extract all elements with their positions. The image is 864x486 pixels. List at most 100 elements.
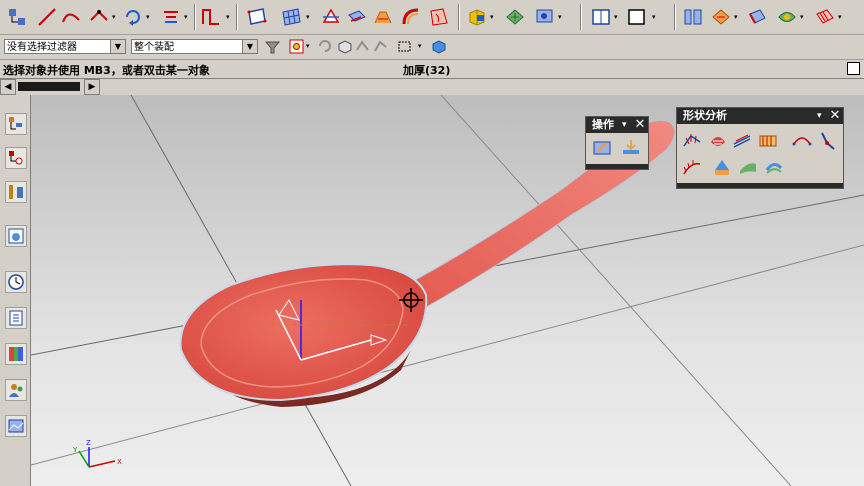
point-dropdown[interactable]: ▾ bbox=[112, 14, 118, 21]
sketch-icon[interactable] bbox=[6, 6, 28, 28]
constraint-navigator-icon[interactable] bbox=[5, 181, 27, 203]
edit-parameters-icon[interactable] bbox=[592, 137, 614, 159]
rotate-icon[interactable] bbox=[122, 6, 144, 28]
section-analysis-icon[interactable] bbox=[731, 130, 753, 152]
render-dropdown[interactable]: ▾ bbox=[734, 14, 740, 21]
radius-icon[interactable] bbox=[817, 130, 839, 152]
triad-z-label: Z bbox=[86, 439, 91, 447]
section-icon[interactable] bbox=[504, 6, 526, 28]
toolbar-separator bbox=[236, 4, 238, 30]
curve-tools-icon[interactable] bbox=[200, 6, 222, 28]
arc-icon[interactable] bbox=[60, 6, 82, 28]
selection-toolbar: 没有选择过滤器 ▼ 整个装配 ▼ ▾ ▾ bbox=[0, 35, 864, 60]
face-curvature-icon[interactable] bbox=[681, 130, 703, 152]
resource-bar bbox=[0, 95, 31, 486]
surface-icon[interactable] bbox=[246, 6, 268, 28]
hue-icon[interactable] bbox=[763, 156, 785, 178]
toolbar-separator bbox=[458, 4, 460, 30]
close-icon[interactable]: ✕ bbox=[827, 108, 843, 124]
shade-dropdown[interactable]: ▾ bbox=[652, 14, 658, 21]
slope-icon[interactable] bbox=[737, 156, 759, 178]
layer-dropdown[interactable]: ▾ bbox=[614, 14, 620, 21]
texture-icon[interactable] bbox=[776, 6, 798, 28]
template-icon[interactable] bbox=[5, 415, 27, 437]
reuse-library-icon[interactable] bbox=[5, 225, 27, 247]
scope-value: 整个装配 bbox=[134, 42, 174, 53]
texture-dropdown[interactable]: ▾ bbox=[800, 14, 806, 21]
view-dropdown[interactable]: ▾ bbox=[490, 14, 496, 21]
history-icon[interactable] bbox=[5, 271, 27, 293]
toolbar-separator bbox=[194, 4, 196, 30]
shape-analysis-palette: 形状分析 ▾ ✕ bbox=[676, 107, 844, 189]
scroll-left-icon[interactable]: ◀ bbox=[0, 79, 16, 95]
palette-footer bbox=[586, 164, 648, 169]
select-all-icon[interactable] bbox=[430, 38, 447, 55]
bridge-icon[interactable] bbox=[372, 6, 394, 28]
thicken-icon[interactable] bbox=[400, 6, 422, 28]
status-window-button[interactable] bbox=[847, 62, 860, 75]
operation-palette: 操作 ▾ ✕ bbox=[585, 116, 649, 170]
grid-dropdown[interactable]: ▾ bbox=[838, 14, 844, 21]
type-filter-value: 没有选择过滤器 bbox=[7, 42, 77, 53]
select-face-icon[interactable] bbox=[354, 38, 371, 55]
mesh-dropdown[interactable]: ▾ bbox=[306, 14, 312, 21]
assembly-navigator-icon[interactable] bbox=[5, 147, 27, 169]
layer-icon[interactable] bbox=[590, 6, 612, 28]
toolbar-separator bbox=[674, 4, 676, 30]
roles-icon[interactable] bbox=[5, 379, 27, 401]
undo-icon[interactable] bbox=[316, 38, 333, 55]
graphics-window[interactable]: X Y Z 操作 ▾ ✕ 形状分析 ▾ ✕ bbox=[31, 95, 864, 486]
shade-icon[interactable] bbox=[626, 6, 648, 28]
offset-icon[interactable] bbox=[160, 6, 182, 28]
select-body-icon[interactable] bbox=[336, 38, 353, 55]
view-icon[interactable] bbox=[466, 6, 488, 28]
display-dropdown[interactable]: ▾ bbox=[558, 14, 564, 21]
view-triad bbox=[78, 447, 116, 468]
render-icon[interactable] bbox=[710, 6, 732, 28]
triad-y-label: Y bbox=[72, 446, 78, 454]
palette-menu-icon[interactable]: ▾ bbox=[622, 117, 627, 133]
snap-dropdown[interactable]: ▾ bbox=[306, 43, 312, 50]
main-toolbar: ▾ ▾ ▾ ▾ ▾ ▾ ▾ ▾ ▾ ▾ ▾ ▾ bbox=[0, 0, 864, 35]
gap-analysis-icon[interactable] bbox=[757, 130, 779, 152]
type-filter-select[interactable]: 没有选择过滤器 ▼ bbox=[4, 39, 126, 54]
material-icon[interactable] bbox=[746, 6, 768, 28]
reflection-icon[interactable] bbox=[707, 130, 729, 152]
close-icon[interactable]: ✕ bbox=[632, 117, 648, 133]
offset-dropdown[interactable]: ▾ bbox=[184, 14, 190, 21]
line-icon[interactable] bbox=[36, 6, 58, 28]
extract-icon[interactable] bbox=[346, 6, 368, 28]
mesh-surface-icon[interactable] bbox=[280, 6, 302, 28]
snap-point-icon[interactable] bbox=[288, 38, 305, 55]
update-icon[interactable] bbox=[620, 137, 642, 159]
status-bar: 选择对象并使用 MB3，或者双击某一对象 加厚(32) bbox=[0, 60, 864, 79]
trim-icon[interactable] bbox=[320, 6, 342, 28]
curve-dropdown[interactable]: ▾ bbox=[226, 14, 232, 21]
draft-analysis-icon[interactable] bbox=[711, 156, 733, 178]
rotate-dropdown[interactable]: ▾ bbox=[146, 14, 152, 21]
curve-analysis-icon[interactable] bbox=[791, 130, 813, 152]
rectangle-select-icon[interactable] bbox=[396, 38, 413, 55]
face-icon[interactable] bbox=[428, 6, 450, 28]
point-icon[interactable] bbox=[88, 6, 110, 28]
palette-menu-icon[interactable]: ▾ bbox=[817, 108, 822, 124]
comb-icon[interactable] bbox=[681, 156, 703, 178]
part-navigator-icon[interactable] bbox=[5, 113, 27, 135]
triad-x-label: X bbox=[117, 458, 122, 466]
system-materials-icon[interactable] bbox=[5, 307, 27, 329]
scroll-right-icon[interactable]: ▶ bbox=[84, 79, 100, 95]
analysis-icon[interactable] bbox=[682, 6, 704, 28]
display-icon[interactable] bbox=[534, 6, 556, 28]
scope-select[interactable]: 整个装配 ▼ bbox=[131, 39, 258, 54]
filter-settings-icon[interactable] bbox=[264, 38, 281, 55]
spoon-bowl[interactable] bbox=[179, 263, 428, 402]
chevron-down-icon[interactable]: ▼ bbox=[110, 40, 125, 53]
scroll-thumb[interactable] bbox=[18, 82, 80, 91]
resource-bar-scroller[interactable]: ◀ ▶ bbox=[0, 79, 100, 95]
select-edge-icon[interactable] bbox=[372, 38, 389, 55]
colors-icon[interactable] bbox=[5, 343, 27, 365]
operation-status: 加厚(32) bbox=[403, 64, 451, 77]
chevron-down-icon[interactable]: ▼ bbox=[242, 40, 257, 53]
rectangle-dropdown[interactable]: ▾ bbox=[418, 43, 424, 50]
grid-icon[interactable] bbox=[814, 6, 836, 28]
